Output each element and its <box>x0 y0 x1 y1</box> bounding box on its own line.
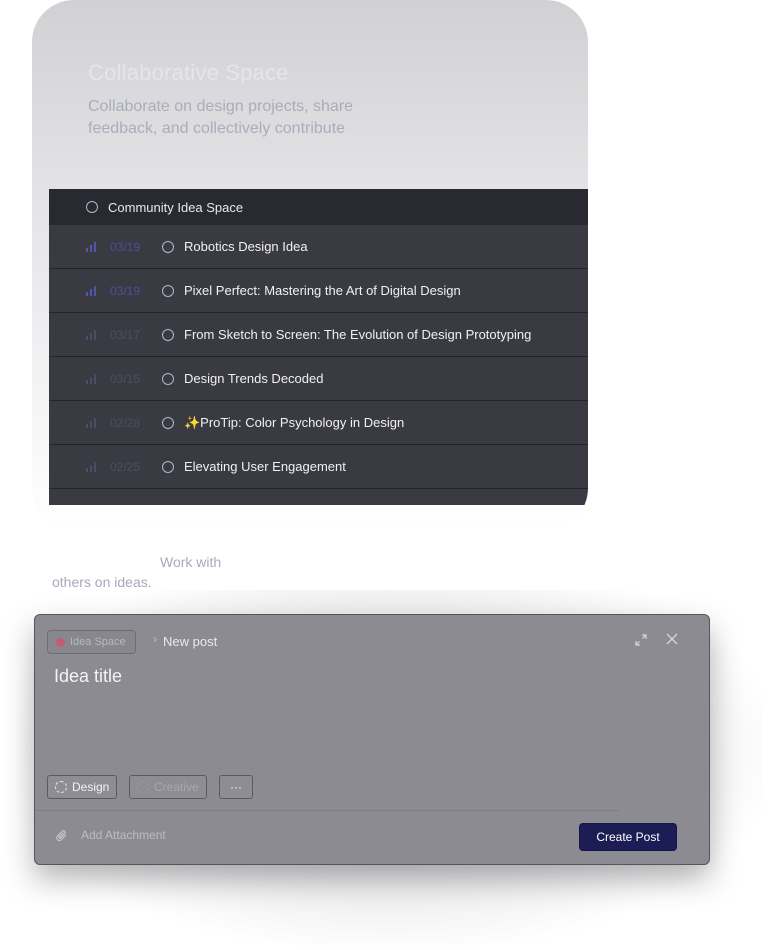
breadcrumb-current: New post <box>163 634 218 649</box>
breadcrumb-space-label: Idea Space <box>70 636 126 648</box>
item-title: ✨ProTip: Color Psychology in Design <box>184 414 405 430</box>
priority-bars-icon <box>86 241 98 252</box>
status-ring-icon <box>162 240 174 253</box>
list-item[interactable]: 03/17 From Sketch to Screen: The Evolutio… <box>49 313 588 357</box>
item-title: Design Trends Decoded <box>184 371 324 386</box>
breadcrumb-space-chip[interactable]: Idea Space <box>47 630 136 654</box>
dashed-circle-icon <box>137 781 149 793</box>
paperclip-icon[interactable] <box>55 829 69 843</box>
tag-creative-label: Creative <box>154 780 199 794</box>
item-date: 02/28 <box>110 415 141 430</box>
divider <box>35 810 619 811</box>
breadcrumb-separator: › <box>153 632 157 646</box>
item-date: 03/19 <box>110 283 141 298</box>
new-post-dialog: Idea Space › New post Design Creative ··… <box>34 614 710 865</box>
item-title: Robotics Design Idea <box>184 239 308 254</box>
item-date: 03/15 <box>110 371 141 386</box>
list-header[interactable]: Community Idea Space <box>49 189 588 225</box>
space-logo-icon <box>56 637 65 647</box>
tag-design-button[interactable]: Design <box>47 775 118 799</box>
caption-line-2: others on ideas. <box>52 574 152 590</box>
idea-list: Community Idea Space 03/19 Robotics Desig… <box>49 189 588 505</box>
list-item[interactable]: 03/15 Design Trends Decoded <box>49 357 588 401</box>
item-date: 03/19 <box>110 239 141 254</box>
more-options-button[interactable]: ··· <box>219 775 253 799</box>
status-ring-icon <box>162 372 174 385</box>
status-ring-icon <box>162 284 174 297</box>
list-item[interactable]: 03/19 Robotics Design Idea <box>49 225 588 269</box>
item-title: From Sketch to Screen: The Evolution of … <box>184 327 532 342</box>
item-title: Elevating User Engagement <box>184 459 346 474</box>
priority-bars-icon <box>86 329 98 340</box>
caption-line-1: Work with <box>160 554 222 570</box>
priority-bars-icon <box>86 417 98 428</box>
item-title: Pixel Perfect: Mastering the Art of Digi… <box>184 283 461 298</box>
priority-bars-icon <box>86 373 98 384</box>
more-dots-icon: ··· <box>230 780 242 794</box>
list-item[interactable]: 02/28 ✨ProTip: Color Psychology in Design <box>49 401 588 445</box>
tag-creative-button[interactable]: Creative <box>129 775 207 799</box>
priority-bars-icon <box>86 285 98 296</box>
tag-design-label: Design <box>72 780 110 794</box>
hero-subtitle: Collaborate on design projects, share fe… <box>88 98 354 137</box>
close-icon[interactable] <box>664 631 680 647</box>
create-post-button[interactable]: Create Post <box>579 823 677 851</box>
idea-title-input[interactable] <box>52 665 476 688</box>
item-date: 02/25 <box>110 459 141 474</box>
status-ring-icon <box>162 416 174 429</box>
add-attachment-link[interactable]: Add Attachment <box>81 828 166 842</box>
list-item[interactable]: 02/25 Elevating User Engagement <box>49 445 588 489</box>
list-item[interactable]: 03/19 Pixel Perfect: Mastering the Art of… <box>49 269 588 313</box>
hero-title: Collaborative Space <box>88 60 289 85</box>
list-header-label: Community Idea Space <box>108 199 244 215</box>
item-date: 03/17 <box>110 327 141 342</box>
priority-bars-icon <box>86 461 98 472</box>
dashed-circle-icon <box>55 781 67 793</box>
caption: Work with others on ideas. <box>52 552 262 592</box>
status-ring-icon <box>86 201 98 213</box>
status-ring-icon <box>162 328 174 341</box>
expand-icon[interactable] <box>634 633 648 647</box>
collaborative-space-card: Collaborative Space Collaborate on desig… <box>32 0 588 530</box>
status-ring-icon <box>162 460 174 473</box>
